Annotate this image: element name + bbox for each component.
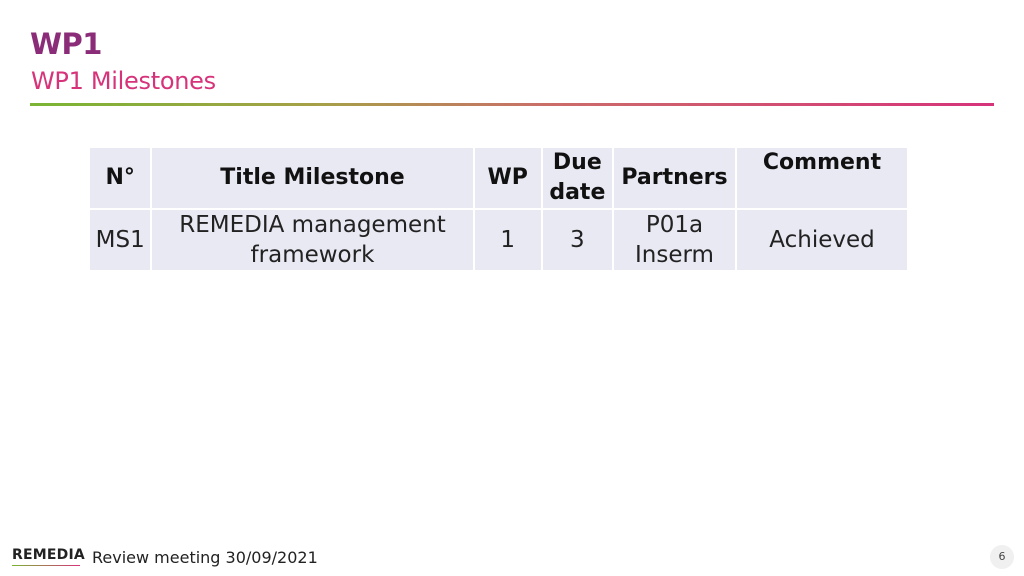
- header-wp: WP: [472, 146, 543, 210]
- cell-due: 3: [540, 208, 614, 272]
- header-partners: Partners: [611, 146, 738, 210]
- cell-comment: Achieved: [735, 208, 909, 272]
- table-header-row: N° Title Milestone WP Due date Partners …: [87, 146, 909, 210]
- table-row: MS1 REMEDIA management framework 1 3 P01…: [87, 208, 909, 272]
- milestones-table: N° Title Milestone WP Due date Partners …: [87, 146, 909, 272]
- cell-partners: P01a Inserm: [611, 208, 738, 272]
- header-title-milestone: Title Milestone: [150, 146, 475, 210]
- header-comment: Comment: [735, 146, 909, 210]
- page-number: 6: [990, 545, 1014, 569]
- remedia-logo: REMEDIA: [12, 547, 85, 563]
- logo-underline: [12, 565, 80, 566]
- header-number: N°: [87, 146, 153, 210]
- header-due-line-1: Due: [552, 150, 602, 175]
- cell-wp: 1: [472, 208, 543, 272]
- cell-title-line-2: framework: [250, 242, 375, 268]
- slide-title: WP1: [30, 27, 102, 61]
- cell-title: REMEDIA management framework: [150, 208, 475, 272]
- cell-number: MS1: [87, 208, 153, 272]
- cell-partners-line-2: Inserm: [635, 242, 714, 268]
- header-due-line-2: date: [549, 180, 606, 205]
- slide-subtitle: WP1 Milestones: [31, 67, 216, 95]
- cell-title-line-1: REMEDIA management: [179, 212, 446, 238]
- header-due-date: Due date: [540, 146, 614, 210]
- cell-partners-line-1: P01a: [645, 212, 704, 238]
- header-divider: [30, 103, 994, 106]
- footer-meeting-text: Review meeting 30/09/2021: [92, 548, 318, 567]
